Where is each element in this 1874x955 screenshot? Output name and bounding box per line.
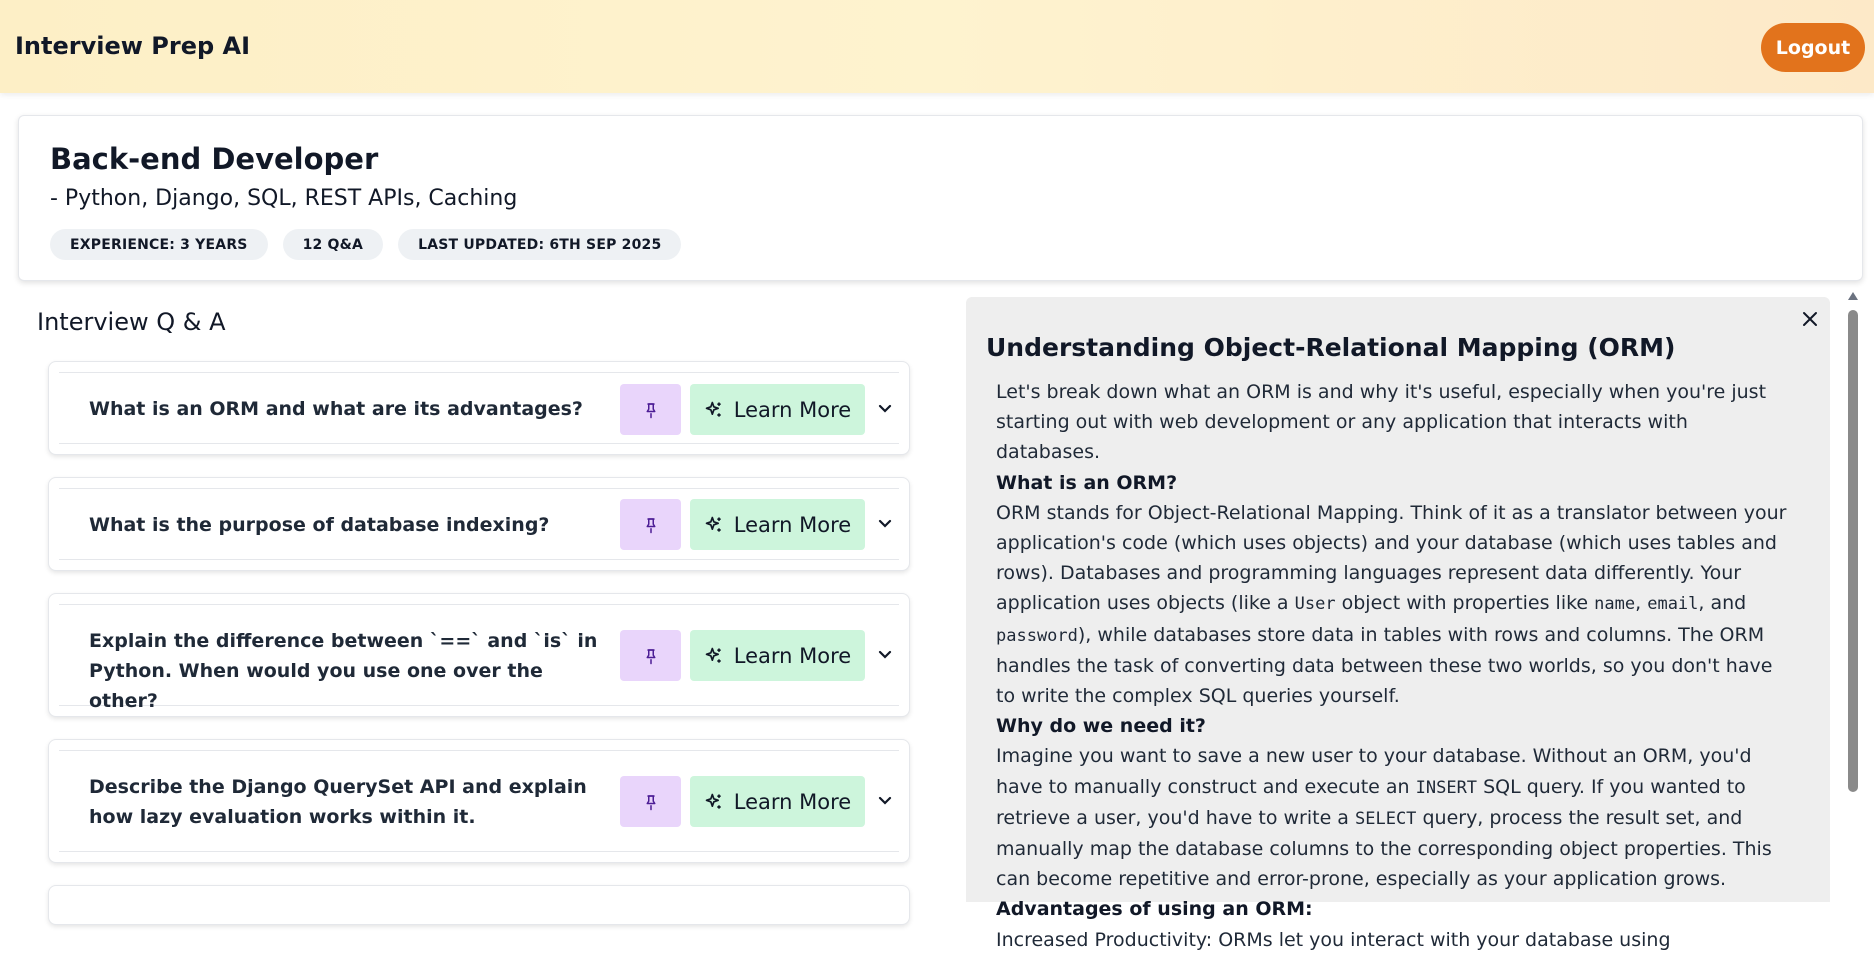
question-card — [48, 885, 910, 925]
sparkle-icon — [705, 516, 721, 532]
learn-more-button[interactable]: Learn More — [690, 384, 865, 435]
pin-button[interactable] — [620, 384, 681, 435]
question-card: What is the purpose of database indexing… — [48, 477, 910, 571]
inline-code: name — [1594, 594, 1636, 615]
paragraph: ORM stands for Object-Relational Mapping… — [996, 501, 1787, 708]
session-info-card: Back-end Developer - Python, Django, SQL… — [18, 115, 1863, 281]
inline-code: SELECT — [1355, 808, 1417, 829]
badge-row: EXPERIENCE: 3 YEARS 12 Q&A LAST UPDATED:… — [50, 229, 682, 260]
pin-icon — [646, 517, 655, 533]
expand-toggle[interactable] — [875, 514, 895, 534]
paragraph: Imagine you want to save a new user to y… — [996, 745, 1772, 891]
learn-more-button[interactable]: Learn More — [690, 499, 865, 550]
question-text[interactable]: What is the purpose of database indexing… — [89, 510, 609, 540]
role-title: Back-end Developer — [50, 142, 379, 176]
learn-more-button[interactable]: Learn More — [690, 776, 865, 827]
sparkle-icon — [705, 647, 721, 663]
learn-more-label: Learn More — [733, 512, 852, 537]
expand-toggle[interactable] — [875, 399, 895, 419]
paragraph: Increased Productivity: ORMs let you int… — [996, 928, 1671, 951]
inline-code: User — [1294, 594, 1336, 615]
pin-button[interactable] — [620, 776, 681, 827]
question-text[interactable]: What is an ORM and what are its advantag… — [89, 394, 609, 424]
learn-more-label: Learn More — [733, 643, 852, 668]
close-button[interactable] — [1797, 306, 1823, 332]
sparkle-icon — [705, 401, 721, 417]
close-icon — [1803, 312, 1817, 326]
pin-button[interactable] — [620, 630, 681, 681]
question-card: Describe the Django QuerySet API and exp… — [48, 739, 910, 863]
section-heading: Why do we need it? — [996, 715, 1206, 738]
chevron-down-icon — [878, 796, 892, 805]
qa-heading: Interview Q & A — [37, 308, 226, 336]
question-card: What is an ORM and what are its advantag… — [48, 361, 910, 455]
qa-count-badge: 12 Q&A — [282, 229, 384, 260]
inline-code: password — [996, 625, 1078, 646]
inline-code: email — [1647, 594, 1699, 615]
learn-more-button[interactable]: Learn More — [690, 630, 865, 681]
expand-toggle[interactable] — [875, 645, 895, 665]
scroll-up-arrow-icon[interactable] — [1848, 292, 1858, 300]
top-navbar: Interview Prep AI Logout — [0, 0, 1874, 93]
section-heading: What is an ORM? — [996, 471, 1178, 494]
last-updated-badge: LAST UPDATED: 6TH SEP 2025 — [398, 229, 682, 260]
pin-icon — [646, 402, 655, 418]
learn-more-label: Learn More — [733, 397, 852, 422]
explanation-title: Understanding Object-Relational Mapping … — [986, 333, 1676, 362]
scrollbar-thumb[interactable] — [1848, 310, 1858, 792]
question-card: Explain the difference between `==` and … — [48, 593, 910, 717]
app-title: Interview Prep AI — [15, 32, 251, 60]
logout-button[interactable]: Logout — [1761, 23, 1865, 72]
question-text[interactable]: Explain the difference between `==` and … — [89, 626, 609, 716]
expand-toggle[interactable] — [875, 791, 895, 811]
chevron-down-icon — [878, 404, 892, 413]
experience-badge: EXPERIENCE: 3 YEARS — [50, 229, 268, 260]
explanation-body: Let's break down what an ORM is and why … — [996, 377, 1796, 955]
pin-icon — [646, 648, 655, 664]
question-text[interactable]: Describe the Django QuerySet API and exp… — [89, 772, 609, 832]
chevron-down-icon — [878, 650, 892, 659]
learn-more-label: Learn More — [733, 789, 852, 814]
role-topics: - Python, Django, SQL, REST APIs, Cachin… — [50, 186, 518, 211]
inline-code: INSERT — [1415, 777, 1478, 798]
pin-icon — [646, 794, 655, 810]
intro-paragraph: Let's break down what an ORM is and why … — [996, 381, 1767, 464]
pin-button[interactable] — [620, 499, 681, 550]
chevron-down-icon — [878, 519, 892, 528]
sparkle-icon — [705, 793, 721, 809]
